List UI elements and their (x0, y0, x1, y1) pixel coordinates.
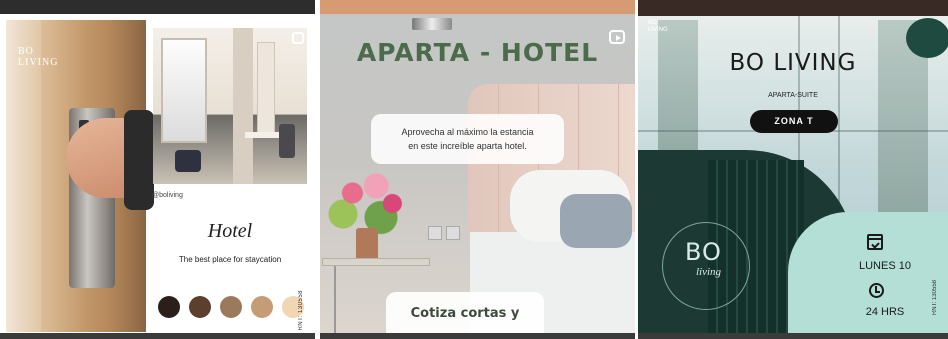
previous-row-strip (0, 0, 315, 14)
caption-line-2: en este increíble aparta hotel. (408, 141, 527, 151)
wall (233, 28, 253, 184)
corner-brand-line-2: LIVING (648, 27, 668, 33)
logo-sub-text: living (696, 266, 722, 278)
event-date: LUNES 10 (859, 260, 911, 272)
instagram-handle: @boliving (152, 192, 183, 199)
mint-panel (788, 212, 948, 339)
palette-swatch (158, 296, 180, 318)
post-title: APARTA - HOTEL (356, 38, 599, 67)
hotel-title: Hotel (207, 220, 253, 242)
post-tile-aparta-hotel[interactable]: APARTA - HOTEL Aprovecha al máximo la es… (320, 0, 635, 339)
table-leg (334, 266, 336, 339)
glass-beam (838, 16, 840, 216)
blue-pillow (560, 194, 632, 248)
palette-swatch (189, 296, 211, 318)
stool (175, 150, 201, 172)
window (161, 38, 207, 143)
lamp (412, 18, 452, 30)
previous-row-strip (320, 0, 635, 14)
next-row-strip (638, 333, 948, 339)
rnt-number: RNT: 130558 (298, 290, 304, 331)
next-row-strip (320, 333, 635, 339)
brand-watermark: BO LIVING (18, 46, 58, 68)
previous-row-strip (638, 0, 948, 16)
brand-line-1: BO (18, 46, 34, 57)
post-tile-hotel[interactable]: BO LIVING @boliving Hotel The best place… (0, 0, 315, 339)
sleeve (124, 110, 154, 210)
logo-main-text: BO (685, 238, 722, 266)
subtitle: APARTA-SUITE (768, 92, 818, 99)
color-palette (158, 296, 304, 318)
carousel-icon (292, 32, 304, 44)
brand-title: BO LIVING (729, 50, 857, 76)
wall-switch (446, 226, 460, 240)
reel-icon (609, 30, 625, 44)
side-table (322, 258, 430, 266)
next-row-strip (0, 333, 315, 339)
zone-button: ZONA T (750, 110, 838, 133)
wall-switch (428, 226, 442, 240)
clock-icon (869, 283, 884, 298)
palette-swatch (220, 296, 242, 318)
tagline: The best place for staycation (178, 255, 282, 264)
interior-door (257, 42, 275, 134)
flower-bouquet (324, 165, 419, 235)
calendar-icon (867, 234, 883, 250)
caption-bubble: Aprovecha al máximo la estancia en este … (371, 114, 564, 164)
corner-brand: BO LIVING (648, 20, 668, 34)
brand-line-2: LIVING (18, 57, 59, 68)
instagram-post-grid: BO LIVING @boliving Hotel The best place… (0, 0, 948, 339)
post-tile-bo-living[interactable]: BO LIVING BO LIVING APARTA-SUITE ZONA T … (638, 0, 948, 339)
palette-swatch (251, 296, 273, 318)
desk-chair (279, 124, 295, 158)
event-hours: 24 HRS (865, 306, 905, 318)
door-lock-photo: BO LIVING (6, 20, 154, 332)
room-photo (153, 28, 307, 184)
corner-brand-line-1: BO (648, 20, 657, 26)
vase (356, 228, 378, 262)
quote-cta: Cotiza cortas y (386, 292, 544, 339)
rnt-number: RNT: 130558 (932, 280, 938, 316)
caption-line-1: Aprovecha al máximo la estancia (401, 127, 534, 137)
